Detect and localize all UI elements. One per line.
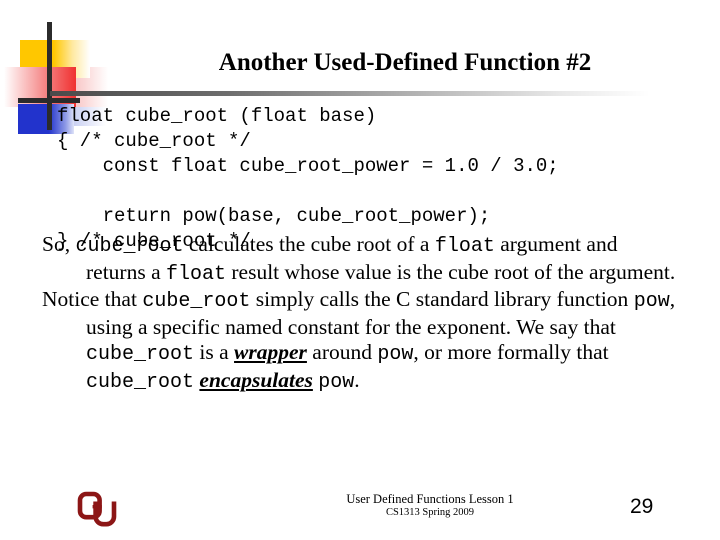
code-line: return pow(base, cube_root_power); — [57, 205, 491, 227]
body-text: result whose value is the cube root of t… — [226, 259, 676, 284]
body-text: So, — [42, 232, 76, 256]
page-number: 29 — [630, 495, 654, 518]
bullet-paragraph: Notice that cube_root simply calls the C… — [42, 287, 678, 395]
body-text: , or more formally that — [413, 340, 609, 364]
inline-code: pow — [318, 370, 355, 394]
code-line: { /* cube_root */ — [57, 130, 251, 152]
slide-title: Another Used-Defined Function #2 — [218, 49, 592, 76]
emphasized-term: wrapper — [234, 340, 307, 364]
ou-logo — [74, 488, 120, 532]
body-text: Notice that — [42, 287, 143, 311]
inline-code: cube_root — [75, 235, 184, 258]
inline-code: cube_root — [86, 370, 195, 394]
footer-course-term: CS1313 Spring 2009 — [385, 507, 475, 518]
inline-code: cube_root — [142, 290, 251, 313]
footer-text: User Defined Functions Lesson 1 CS1313 S… — [230, 492, 630, 520]
inline-code: pow — [633, 290, 670, 313]
body-text: is a — [194, 340, 235, 364]
body-text: simply calls the C standard library func… — [250, 287, 634, 311]
body-text: around — [306, 340, 378, 364]
inline-code: cube_root — [86, 343, 195, 366]
inline-code: float — [434, 235, 495, 258]
title-divider-rule — [50, 91, 650, 96]
emphasized-term: encapsulates — [199, 367, 313, 392]
inline-code: pow — [377, 343, 414, 366]
code-line: const float cube_root_power = 1.0 / 3.0; — [57, 155, 559, 177]
deco-vertical-bar — [47, 22, 52, 130]
inline-code: float — [166, 262, 227, 286]
footer-lesson-title: User Defined Functions Lesson 1 — [346, 492, 514, 506]
slide-body: So, cube_root calculates the cube root o… — [42, 232, 678, 395]
body-text: . — [354, 367, 360, 392]
body-text: calculates the cube root of a — [183, 232, 435, 256]
code-line: float cube_root (float base) — [57, 105, 377, 127]
bullet-paragraph: So, cube_root calculates the cube root o… — [42, 232, 678, 287]
